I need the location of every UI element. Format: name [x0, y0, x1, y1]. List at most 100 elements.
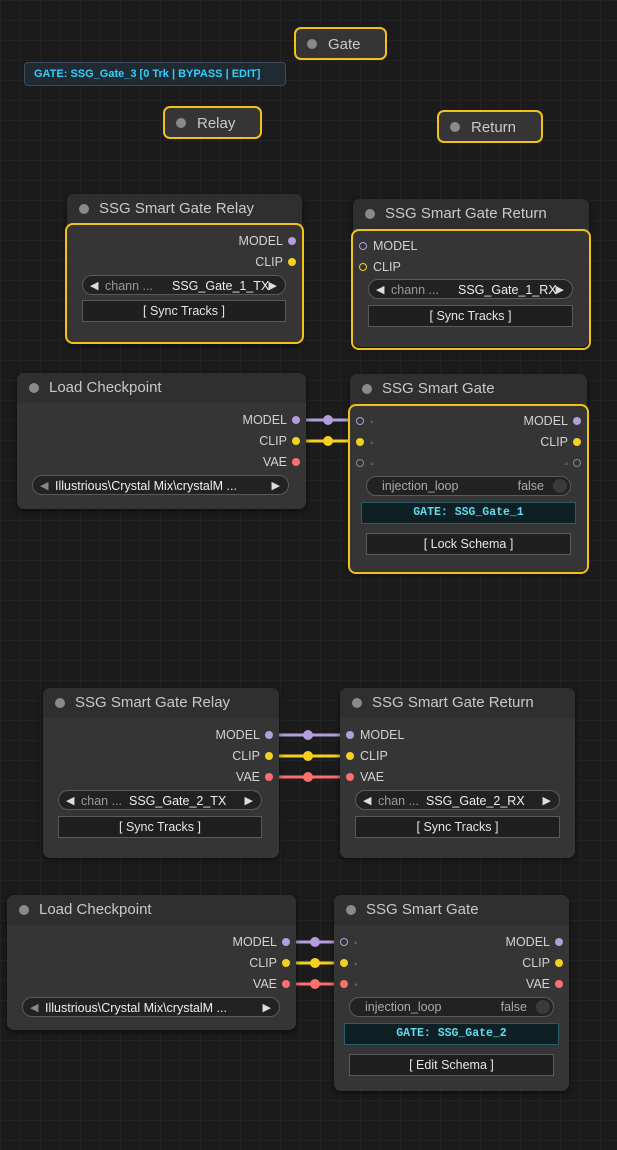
- edit-schema-button[interactable]: [ Edit Schema ]: [349, 1054, 554, 1076]
- checkpoint-combo[interactable]: ◀ Illustrious\Crystal Mix\crystalM ... ▶: [32, 475, 289, 495]
- input-socket[interactable]: [346, 772, 354, 781]
- output-clip[interactable]: CLIP: [255, 255, 296, 269]
- output-socket[interactable]: [292, 436, 300, 445]
- output-socket[interactable]: [555, 958, 563, 967]
- sync-tracks-button[interactable]: [ Sync Tracks ]: [368, 305, 573, 327]
- input-socket[interactable]: [346, 751, 354, 760]
- relay-mini-node[interactable]: Relay: [163, 106, 262, 139]
- input-clip[interactable]: CLIP: [346, 749, 388, 763]
- channel-combo[interactable]: ◀ chann ... SSG_Gate_1_RX ▶: [368, 279, 573, 299]
- output-socket[interactable]: [265, 772, 273, 781]
- channel-combo[interactable]: ◀ chann ... SSG_Gate_1_TX ▶: [82, 275, 286, 295]
- arrow-right-icon[interactable]: ▶: [269, 276, 277, 294]
- toggle-knob[interactable]: [553, 479, 567, 493]
- input-socket[interactable]: [359, 262, 367, 271]
- output-vae[interactable]: VAE: [236, 770, 273, 784]
- arrow-left-icon[interactable]: ◀: [30, 998, 38, 1016]
- input-model[interactable]: MODEL: [359, 239, 417, 253]
- output-socket[interactable]: [292, 457, 300, 466]
- arrow-right-icon[interactable]: ▶: [556, 280, 564, 298]
- output-clip[interactable]: CLIP: [232, 749, 273, 763]
- arrow-right-icon[interactable]: ▶: [543, 791, 551, 809]
- input-socket[interactable]: [346, 730, 354, 739]
- input-socket[interactable]: [356, 416, 364, 425]
- arrow-left-icon[interactable]: ◀: [66, 791, 74, 809]
- arrow-left-icon[interactable]: ◀: [376, 280, 384, 298]
- output-socket[interactable]: [282, 979, 290, 988]
- arrow-left-icon[interactable]: ◀: [40, 476, 48, 494]
- lock-schema-button[interactable]: [ Lock Schema ]: [366, 533, 571, 555]
- arrow-right-icon[interactable]: ▶: [272, 476, 280, 494]
- arrow-left-icon[interactable]: ◀: [363, 791, 371, 809]
- output-socket[interactable]: [573, 458, 581, 467]
- arrow-right-icon[interactable]: ▶: [245, 791, 253, 809]
- output-socket[interactable]: [555, 979, 563, 988]
- input-socket[interactable]: [340, 937, 348, 946]
- output-model[interactable]: MODEL: [233, 935, 290, 949]
- node-title[interactable]: SSG Smart Gate: [350, 374, 587, 404]
- output-socket[interactable]: [573, 437, 581, 446]
- arrow-right-icon[interactable]: ▶: [263, 998, 271, 1016]
- output-model[interactable]: MODEL: [239, 234, 296, 248]
- smart-gate-return-node-1[interactable]: SSG Smart Gate Return MODEL CLIP ◀ chann…: [353, 199, 589, 347]
- output-model[interactable]: MODEL: [524, 414, 581, 428]
- load-checkpoint-node-1[interactable]: Load Checkpoint MODEL CLIP VAE ◀ Illustr…: [17, 373, 306, 509]
- node-title[interactable]: SSG Smart Gate Relay: [67, 194, 302, 224]
- return-mini-node[interactable]: Return: [437, 110, 543, 143]
- output-socket[interactable]: [573, 416, 581, 425]
- output-model[interactable]: MODEL: [243, 413, 300, 427]
- smart-gate-relay-node-2[interactable]: SSG Smart Gate Relay MODEL CLIP VAE ◀ ch…: [43, 688, 279, 858]
- node-title[interactable]: SSG Smart Gate Return: [340, 688, 575, 718]
- node-title[interactable]: SSG Smart Gate: [334, 895, 569, 925]
- input-model[interactable]: ◦: [356, 414, 374, 428]
- input-clip[interactable]: CLIP: [359, 260, 401, 274]
- node-title[interactable]: SSG Smart Gate Relay: [43, 688, 279, 718]
- smart-gate-return-node-2[interactable]: SSG Smart Gate Return MODEL CLIP VAE ◀ c…: [340, 688, 575, 858]
- smart-gate-node-1[interactable]: SSG Smart Gate ◦ ◦ ◦ MODEL CLIP ◦ inject…: [350, 374, 587, 572]
- sync-tracks-button[interactable]: [ Sync Tracks ]: [355, 816, 560, 838]
- input-clip[interactable]: ◦: [340, 956, 358, 970]
- sync-tracks-button[interactable]: [ Sync Tracks ]: [82, 300, 286, 322]
- output-socket[interactable]: [555, 937, 563, 946]
- output-model[interactable]: MODEL: [506, 935, 563, 949]
- node-title[interactable]: Load Checkpoint: [17, 373, 306, 403]
- output-socket[interactable]: [282, 937, 290, 946]
- output-socket[interactable]: [288, 236, 296, 245]
- channel-combo[interactable]: ◀ chan ... SSG_Gate_2_RX ▶: [355, 790, 560, 810]
- output-socket[interactable]: [292, 415, 300, 424]
- smart-gate-node-2[interactable]: SSG Smart Gate ◦ ◦ ◦ MODEL CLIP VAE inje…: [334, 895, 569, 1091]
- output-clip[interactable]: CLIP: [522, 956, 563, 970]
- output-socket[interactable]: [288, 257, 296, 266]
- injection-loop-toggle[interactable]: injection_loop false: [366, 476, 571, 496]
- output-clip[interactable]: CLIP: [249, 956, 290, 970]
- load-checkpoint-node-2[interactable]: Load Checkpoint MODEL CLIP VAE ◀ Illustr…: [7, 895, 296, 1030]
- output-vae[interactable]: VAE: [526, 977, 563, 991]
- output-vae[interactable]: VAE: [263, 455, 300, 469]
- output-socket[interactable]: [265, 730, 273, 739]
- arrow-left-icon[interactable]: ◀: [90, 276, 98, 294]
- gate-mini-node[interactable]: Gate: [294, 27, 387, 60]
- input-socket[interactable]: [359, 241, 367, 250]
- node-title[interactable]: Load Checkpoint: [7, 895, 296, 925]
- input-socket[interactable]: [340, 979, 348, 988]
- input-socket[interactable]: [356, 437, 364, 446]
- injection-loop-toggle[interactable]: injection_loop false: [349, 997, 554, 1017]
- smart-gate-relay-node-1[interactable]: SSG Smart Gate Relay MODEL CLIP ◀ chann …: [67, 194, 302, 344]
- output-clip[interactable]: CLIP: [540, 435, 581, 449]
- input-clip[interactable]: ◦: [356, 435, 374, 449]
- output-vae[interactable]: ◦: [564, 456, 581, 470]
- input-socket[interactable]: [356, 458, 364, 467]
- input-model[interactable]: MODEL: [346, 728, 404, 742]
- output-vae[interactable]: VAE: [253, 977, 290, 991]
- checkpoint-combo[interactable]: ◀ Illustrious\Crystal Mix\crystalM ... ▶: [22, 997, 280, 1017]
- output-socket[interactable]: [282, 958, 290, 967]
- output-model[interactable]: MODEL: [216, 728, 273, 742]
- input-vae[interactable]: VAE: [346, 770, 384, 784]
- input-vae[interactable]: ◦: [356, 456, 374, 470]
- output-socket[interactable]: [265, 751, 273, 760]
- sync-tracks-button[interactable]: [ Sync Tracks ]: [58, 816, 262, 838]
- input-socket[interactable]: [340, 958, 348, 967]
- output-clip[interactable]: CLIP: [259, 434, 300, 448]
- input-vae[interactable]: ◦: [340, 977, 358, 991]
- node-title[interactable]: SSG Smart Gate Return: [353, 199, 589, 229]
